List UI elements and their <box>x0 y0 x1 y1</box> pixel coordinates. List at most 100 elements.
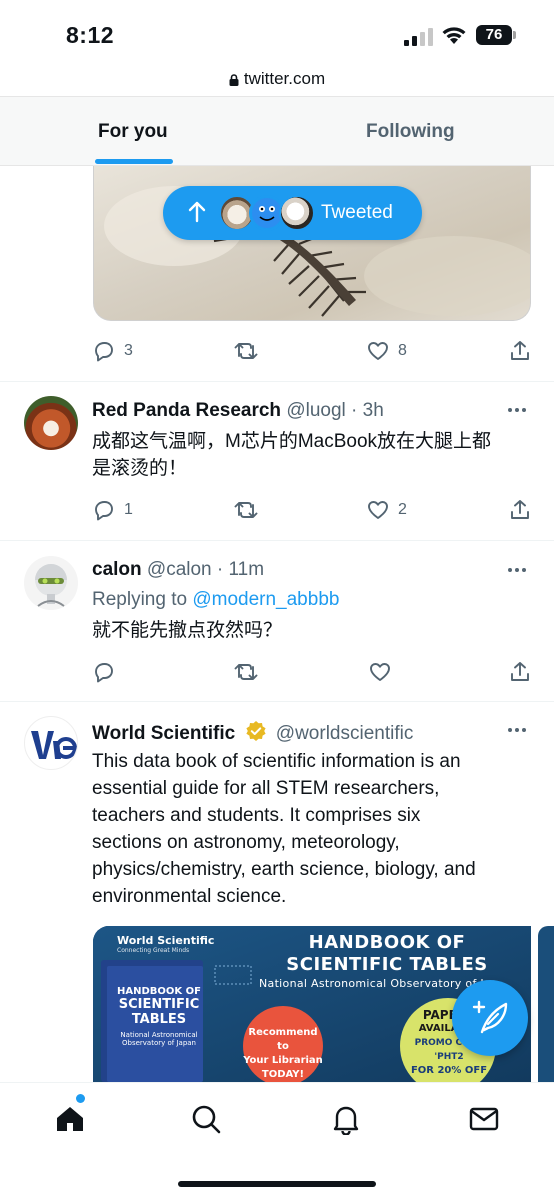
next-media-card[interactable] <box>538 926 554 1082</box>
share-button[interactable] <box>508 498 532 522</box>
share-button[interactable] <box>508 660 532 684</box>
card-title-line: SCIENTIFIC TABLES <box>286 954 488 975</box>
search-icon[interactable] <box>190 1103 222 1135</box>
messages-icon[interactable] <box>468 1103 500 1135</box>
more-options-icon[interactable] <box>508 408 526 412</box>
tab-following[interactable]: Following <box>366 97 455 167</box>
like-button[interactable]: 2 <box>366 498 407 522</box>
avatar[interactable] <box>24 716 78 770</box>
home-icon[interactable] <box>54 1103 86 1135</box>
tweet-text-line: This data book of scientific information… <box>92 751 461 772</box>
card-book-cover: HANDBOOK OF SCIENTIFIC TABLES National A… <box>117 986 201 1047</box>
retweet-button[interactable] <box>233 339 267 363</box>
tweet-actions: 1 2 <box>92 495 532 525</box>
circle-text: TODAY! <box>261 1069 305 1080</box>
share-button[interactable] <box>508 339 532 363</box>
tweet-text: This data book of scientific information… <box>92 748 532 910</box>
card-brand-tag: Connecting Great Minds <box>117 947 190 954</box>
divider <box>0 701 554 702</box>
author-name[interactable]: calon <box>92 559 142 580</box>
author-name[interactable]: World Scientific <box>92 723 235 744</box>
tweet-text-line: 是滚烫的！ <box>92 458 188 479</box>
circle-text: FOR 20% OFF <box>410 1065 488 1076</box>
avatar[interactable] <box>24 396 78 450</box>
author-handle: @worldscientific <box>275 723 414 744</box>
avatar[interactable] <box>24 556 78 610</box>
compose-tweet-button[interactable] <box>452 980 528 1056</box>
replying-to: Replying to @modern_abbbb <box>92 589 339 611</box>
url-text: twitter.com <box>243 69 326 88</box>
reply-button[interactable]: 3 <box>92 339 133 363</box>
reply-button[interactable]: 1 <box>92 498 133 522</box>
like-count: 8 <box>398 342 407 359</box>
reply-count: 1 <box>124 501 133 518</box>
notification-dot <box>76 1094 85 1103</box>
card-recommend-circle: Recommend to Your Librarian TODAY! <box>243 1026 323 1082</box>
tweet-header: Red Panda Research @luogl · 3h <box>92 400 384 422</box>
card-brand: World Scientific Connecting Great Minds <box>117 934 214 954</box>
tab-indicator <box>95 159 173 164</box>
book-subtitle: National Astronomical <box>120 1031 198 1039</box>
tweet-actions: 3 8 <box>92 336 532 366</box>
tweet-text: 就不能先撤点孜然吗？ <box>92 620 283 641</box>
home-indicator <box>178 1181 376 1187</box>
like-button[interactable]: 8 <box>366 339 407 363</box>
retweet-button[interactable] <box>233 660 259 684</box>
signal-icon <box>404 28 433 46</box>
notifications-icon[interactable] <box>330 1103 362 1135</box>
more-options-icon[interactable] <box>508 728 526 732</box>
book-title-line: TABLES <box>131 1012 187 1027</box>
tweet-header: calon @calon · 11m <box>92 559 264 581</box>
retweet-button[interactable] <box>233 498 267 522</box>
retweet-icon <box>234 343 258 359</box>
arrow-up-icon <box>188 201 206 223</box>
circle-text: Recommend to <box>248 1027 318 1052</box>
tweet-text-line: essential guide for all STEM researchers… <box>92 778 440 799</box>
reply-icon <box>95 663 113 683</box>
reply-button[interactable] <box>92 660 116 684</box>
compose-feather-icon <box>472 1000 508 1034</box>
reply-count: 3 <box>124 342 133 359</box>
like-count: 2 <box>398 501 407 518</box>
book-title-line: HANDBOOK OF <box>117 986 201 997</box>
bottom-navigation <box>0 1082 554 1200</box>
world-scientific-logo <box>31 731 77 759</box>
url-bar[interactable]: twitter.com <box>0 62 554 96</box>
author-name[interactable]: Red Panda Research <box>92 400 281 421</box>
tweet-text-line: teachers and students. It comprises six <box>92 805 421 826</box>
retweet-icon <box>234 502 258 518</box>
tab-for-you[interactable]: For you <box>98 97 168 167</box>
heart-icon <box>368 342 388 360</box>
heart-icon <box>370 663 390 681</box>
tweet-actions <box>92 657 532 687</box>
status-bar: 8:12 76 <box>0 0 554 62</box>
tweet-time: · 11m <box>216 559 265 580</box>
heart-icon <box>368 501 388 519</box>
timeline-tabs: For you Following <box>0 96 554 166</box>
retweet-icon <box>234 664 258 680</box>
tweet-text-line: sections on astronomy, meteorology, <box>92 832 400 853</box>
card-title-line: HANDBOOK OF <box>308 932 466 953</box>
tweet-header: World Scientific @worldscientific <box>92 720 413 745</box>
battery-icon: 76 <box>476 25 512 45</box>
clock: 8:12 <box>66 22 115 48</box>
tweet-text-line: physics/chemistry, earth science, biolog… <box>92 859 476 880</box>
tweet-text-line: environmental science. <box>92 886 287 907</box>
more-options-icon[interactable] <box>508 568 526 572</box>
new-tweets-pill[interactable]: Tweeted <box>163 186 422 240</box>
lock-icon <box>229 74 239 86</box>
like-button[interactable] <box>368 660 392 684</box>
card-brand-name: World Scientific <box>117 934 215 947</box>
replying-to-link[interactable]: @modern_abbbb <box>192 589 339 610</box>
verified-badge-icon <box>245 721 266 741</box>
reply-icon <box>95 342 113 362</box>
share-icon <box>511 500 529 519</box>
book-subtitle: Observatory of Japan <box>122 1039 196 1047</box>
avatar <box>279 195 315 231</box>
author-handle: @calon <box>146 559 212 580</box>
book-title-line: SCIENTIFIC <box>118 997 200 1012</box>
reply-icon <box>95 501 113 521</box>
share-icon <box>511 662 529 681</box>
wifi-icon <box>442 27 466 44</box>
tweeted-label: Tweeted <box>321 202 393 223</box>
